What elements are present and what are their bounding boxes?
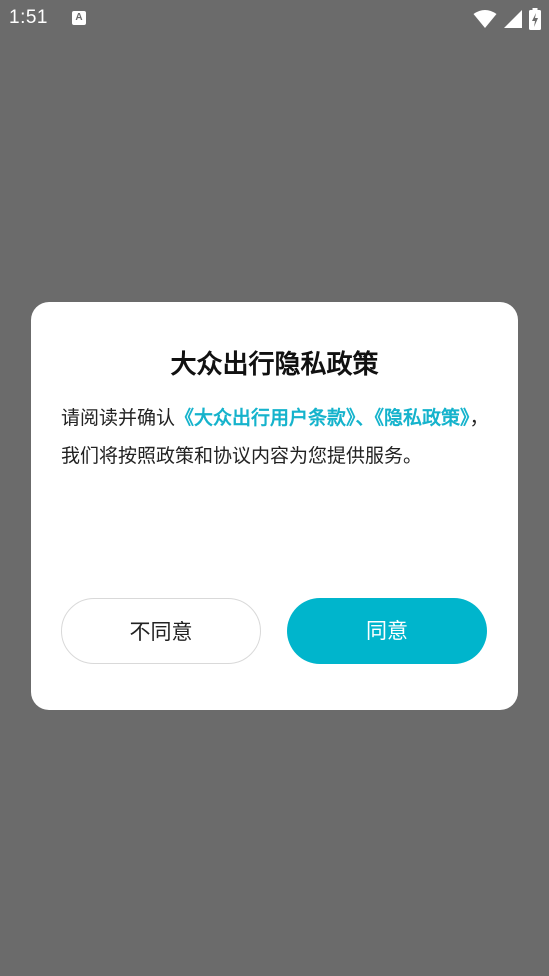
- dialog-message: 请阅读并确认《大众出行用户条款》、《隐私政策》，我们将按照政策和协议内容为您提供…: [61, 399, 489, 475]
- status-bar: 1:51 A: [0, 0, 549, 38]
- signal-icon: [503, 9, 523, 29]
- agree-button[interactable]: 同意: [287, 598, 487, 664]
- privacy-dialog: 大众出行隐私政策 请阅读并确认《大众出行用户条款》、《隐私政策》，我们将按照政策…: [31, 302, 518, 710]
- message-prefix: 请阅读并确认: [61, 407, 176, 429]
- disagree-button[interactable]: 不同意: [61, 598, 261, 664]
- notification-icon: A: [72, 11, 86, 25]
- link-separator: 、: [355, 407, 375, 429]
- status-time: 1:51: [9, 7, 48, 28]
- status-icons: [473, 8, 541, 30]
- wifi-icon: [473, 9, 497, 29]
- dialog-title: 大众出行隐私政策: [170, 350, 379, 380]
- privacy-link[interactable]: 《隐私政策》: [375, 407, 470, 429]
- terms-link[interactable]: 《大众出行用户条款》: [175, 407, 356, 429]
- battery-charging-icon: [529, 8, 541, 30]
